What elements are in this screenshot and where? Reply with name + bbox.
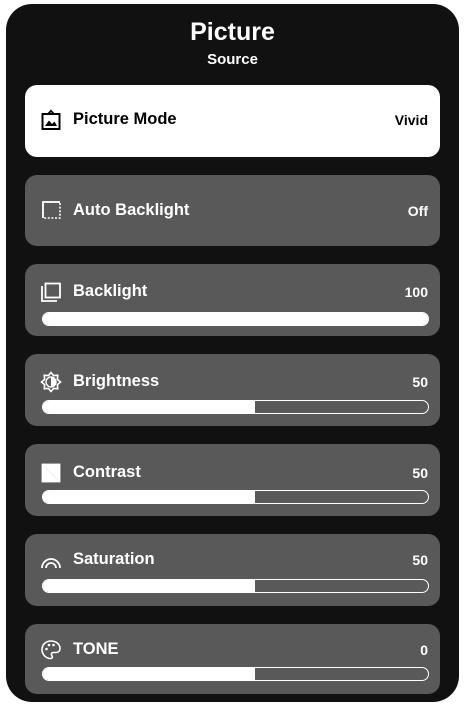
menu-item-value: 50 [412, 465, 428, 481]
menu-item-value: 100 [404, 284, 428, 300]
slider-fill [43, 491, 255, 503]
auto-backlight-icon [40, 199, 62, 221]
menu-item-contrast[interactable]: Contrast 50 [25, 444, 440, 516]
menu-item-brightness[interactable]: Brightness 50 [25, 354, 440, 426]
contrast-slider[interactable] [42, 490, 429, 504]
menu-item-label: Picture Mode [73, 110, 177, 128]
menu-title: Picture [190, 18, 275, 46]
menu-item-value: 50 [412, 552, 428, 568]
menu-item-saturation[interactable]: Saturation 50 [25, 534, 440, 606]
slider-fill [43, 401, 255, 413]
menu-item-label: TONE [73, 640, 119, 658]
menu-item-backlight[interactable]: Backlight 100 [25, 264, 440, 336]
contrast-icon [40, 462, 62, 484]
tone-slider[interactable] [42, 667, 429, 681]
menu-item-label: Contrast [73, 463, 141, 481]
menu-item-label: Brightness [73, 372, 160, 390]
menu-item-label: Saturation [73, 550, 155, 568]
tone-icon [40, 639, 62, 661]
brightness-icon [40, 371, 62, 393]
slider-fill [43, 580, 255, 592]
menu-item-tone[interactable]: TONE 0 [25, 624, 440, 694]
saturation-slider[interactable] [42, 579, 429, 593]
saturation-icon [40, 550, 62, 572]
menu-item-label: Backlight [73, 282, 148, 300]
slider-fill [43, 313, 428, 325]
menu-item-value: 0 [420, 642, 428, 658]
menu-item-value: 50 [412, 374, 428, 390]
menu-item-label: Auto Backlight [73, 201, 190, 219]
menu-item-auto-backlight[interactable]: Auto Backlight Off [25, 175, 440, 246]
menu-item-value: Vivid [394, 112, 428, 128]
brightness-slider[interactable] [42, 400, 429, 414]
menu-item-picture-mode[interactable]: Picture Mode Vivid [25, 85, 440, 157]
picture-mode-icon [40, 109, 62, 131]
slider-fill [43, 668, 255, 680]
menu-subtitle: Source [207, 51, 258, 68]
backlight-icon [40, 281, 62, 303]
backlight-slider[interactable] [42, 312, 429, 326]
menu-item-value: Off [407, 203, 428, 219]
